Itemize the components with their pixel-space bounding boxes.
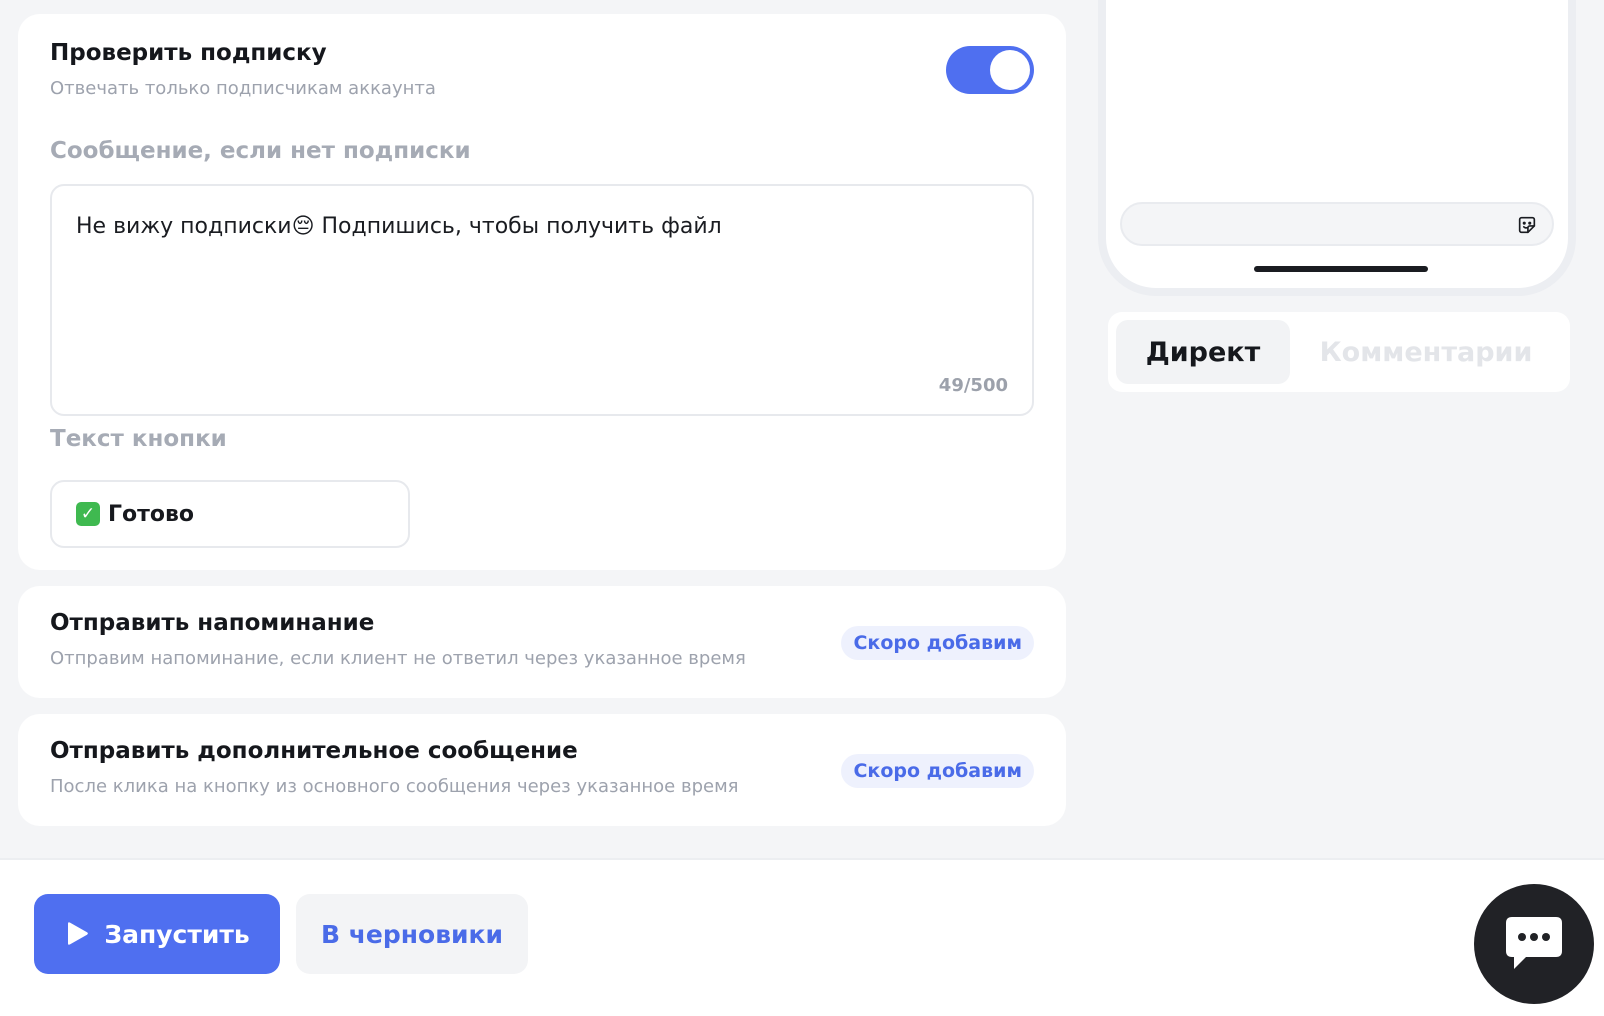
- extra-message-title: Отправить дополнительное сообщение: [50, 738, 578, 764]
- check-mark-icon: ✓: [76, 502, 100, 526]
- subscription-check-subtitle: Отвечать только подписчикам аккаунта: [50, 78, 436, 99]
- preview-tabs: Директ Комментарии: [1108, 312, 1570, 392]
- toggle-knob: [990, 50, 1030, 90]
- tab-direct[interactable]: Директ: [1116, 320, 1290, 384]
- char-counter: 49/500: [938, 375, 1008, 396]
- reminder-subtitle: Отправим напоминание, если клиент не отв…: [50, 648, 746, 669]
- chat-bubble-icon: [1506, 917, 1562, 969]
- subscription-check-card: Проверить подписку Отвечать только подпи…: [18, 14, 1066, 570]
- tab-comments[interactable]: Комментарии: [1308, 320, 1544, 384]
- launch-button[interactable]: Запустить: [34, 894, 280, 974]
- preview-message-input: [1120, 202, 1554, 246]
- button-text-value: Готово: [108, 501, 195, 527]
- no-subscription-message-textarea[interactable]: Не вижу подписки😔 Подпишись, чтобы получ…: [50, 184, 1034, 416]
- reminder-card: Отправить напоминание Отправим напоминан…: [18, 586, 1066, 698]
- phone-preview: [1098, 0, 1576, 296]
- launch-button-label: Запустить: [104, 919, 250, 949]
- save-draft-button[interactable]: В черновики: [296, 894, 528, 974]
- extra-message-subtitle: После клика на кнопку из основного сообщ…: [50, 776, 739, 797]
- subscription-check-toggle[interactable]: [946, 46, 1034, 94]
- extra-message-card: Отправить дополнительное сообщение После…: [18, 714, 1066, 826]
- reminder-title: Отправить напоминание: [50, 610, 375, 636]
- no-subscription-message-text: Не вижу подписки😔 Подпишись, чтобы получ…: [76, 214, 722, 239]
- no-subscription-message-label: Сообщение, если нет подписки: [50, 138, 471, 164]
- play-icon: [68, 922, 89, 945]
- sticker-icon: [1518, 216, 1536, 234]
- bottom-action-bar: Запустить В черновики: [0, 858, 1604, 1016]
- support-chat-button[interactable]: [1474, 884, 1594, 1004]
- button-text-input[interactable]: ✓ Готово: [50, 480, 410, 548]
- reminder-coming-soon-badge: Скоро добавим: [841, 626, 1034, 660]
- home-indicator: [1254, 266, 1428, 272]
- button-text-label: Текст кнопки: [50, 426, 227, 452]
- subscription-check-title: Проверить подписку: [50, 40, 327, 66]
- extra-message-coming-soon-badge: Скоро добавим: [841, 754, 1034, 788]
